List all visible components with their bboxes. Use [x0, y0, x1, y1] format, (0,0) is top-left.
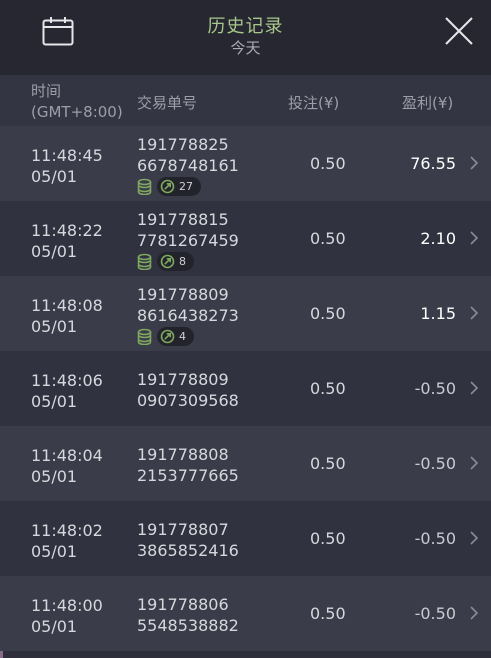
- free-spin-count: 8: [179, 255, 186, 268]
- row-time: 11:48:08 05/01: [31, 295, 103, 337]
- row-order-line1: 191778808: [137, 445, 229, 464]
- row-date-value: 05/01: [31, 617, 78, 636]
- row-order-line1: 191778807: [137, 520, 229, 539]
- history-row[interactable]: 11:48:06 05/01 191778809 0907309568 0.50 -0.5…: [0, 351, 491, 426]
- row-order: 191778807 3865852416: [137, 519, 239, 561]
- row-order-line2: 8616438273: [137, 306, 239, 325]
- chevron-right-icon[interactable]: [468, 605, 480, 621]
- row-time: 11:48:22 05/01: [31, 220, 103, 262]
- row-date-value: 05/01: [31, 392, 78, 411]
- free-spin-badge: 27: [157, 177, 201, 196]
- row-order-line1: 191778815: [137, 210, 229, 229]
- history-row[interactable]: 11:48:22 05/01 191778815 7781267459 8 0.50 2.1…: [0, 201, 491, 276]
- row-time-value: 11:48:02: [31, 521, 103, 540]
- close-icon[interactable]: [444, 16, 474, 46]
- history-row[interactable]: 11:48:00 05/01 191778806 5548538882 0.50 -0.5…: [0, 576, 491, 651]
- history-panel: 历史记录 今天 时间 (GMT+8:00) 交易单号 投注(¥) 盈利(¥) 1…: [0, 0, 491, 658]
- row-order-line2: 6678748161: [137, 156, 239, 175]
- row-time-value: 11:48:06: [31, 371, 103, 390]
- chevron-right-icon[interactable]: [468, 455, 480, 471]
- row-time-value: 11:48:08: [31, 296, 103, 315]
- history-row[interactable]: 11:48:02 05/01 191778807 3865852416 0.50 -0.5…: [0, 501, 491, 576]
- row-time-value: 11:48:22: [31, 221, 103, 240]
- history-row[interactable]: 11:48:08 05/01 191778809 8616438273 4 0.50 1.1…: [0, 276, 491, 351]
- row-order-line1: 191778809: [137, 285, 229, 304]
- header: 历史记录 今天: [0, 0, 491, 75]
- history-row[interactable]: 11:48:04 05/01 191778808 2153777665 0.50 -0.5…: [0, 426, 491, 501]
- column-profit: 盈利(¥): [402, 94, 454, 112]
- row-bet: 0.50: [310, 379, 346, 398]
- row-badges: 8: [136, 252, 194, 271]
- row-profit: 76.55: [410, 154, 456, 173]
- row-time: 11:48:06 05/01: [31, 370, 103, 412]
- row-time: 11:48:45 05/01: [31, 145, 103, 187]
- chevron-right-icon[interactable]: [468, 380, 480, 396]
- row-profit: -0.50: [414, 529, 456, 548]
- free-spin-badge: 4: [157, 327, 194, 346]
- row-order-line1: 191778809: [137, 370, 229, 389]
- row-order: 191778825 6678748161: [137, 134, 239, 176]
- row-date-value: 05/01: [31, 542, 78, 561]
- row-bet: 0.50: [310, 529, 346, 548]
- row-time: 11:48:04 05/01: [31, 445, 103, 487]
- coins-icon: [137, 253, 152, 270]
- column-time: 时间 (GMT+8:00): [31, 81, 131, 123]
- coins-icon: [137, 328, 152, 345]
- row-profit: -0.50: [414, 454, 456, 473]
- row-order: 191778815 7781267459: [137, 209, 239, 251]
- row-order: 191778806 5548538882: [137, 594, 239, 636]
- row-profit: 2.10: [420, 229, 456, 248]
- column-time-zone: (GMT+8:00): [31, 103, 123, 121]
- row-order-line2: 5548538882: [137, 616, 239, 635]
- row-order: 191778809 0907309568: [137, 369, 239, 411]
- column-order: 交易单号: [137, 94, 198, 112]
- chevron-right-icon[interactable]: [468, 305, 480, 321]
- row-date-value: 05/01: [31, 317, 78, 336]
- row-date-value: 05/01: [31, 242, 78, 261]
- row-order-line2: 3865852416: [137, 541, 239, 560]
- row-time: 11:48:00 05/01: [31, 595, 103, 637]
- row-profit: -0.50: [414, 379, 456, 398]
- row-badges: 27: [136, 177, 201, 196]
- date-filter-label: 今天: [230, 39, 261, 57]
- row-bet: 0.50: [310, 304, 346, 323]
- page-title: 历史记录: [207, 16, 284, 37]
- free-spin-count: 4: [179, 330, 186, 343]
- chevron-right-icon[interactable]: [468, 530, 480, 546]
- chevron-right-icon[interactable]: [468, 155, 480, 171]
- row-order: 191778809 8616438273: [137, 284, 239, 326]
- arrow-circle-icon: [160, 179, 175, 194]
- row-time-value: 11:48:04: [31, 446, 103, 465]
- row-badges: 4: [136, 327, 194, 346]
- row-date-value: 05/01: [31, 467, 78, 486]
- coins-icon: [137, 178, 152, 195]
- row-date-value: 05/01: [31, 167, 78, 186]
- row-order-line2: 7781267459: [137, 231, 239, 250]
- free-spin-badge: 8: [157, 252, 194, 271]
- row-time: 11:48:02 05/01: [31, 520, 103, 562]
- row-bet: 0.50: [310, 154, 346, 173]
- free-spin-count: 27: [179, 180, 193, 193]
- row-order: 191778808 2153777665: [137, 444, 239, 486]
- chevron-right-icon[interactable]: [468, 230, 480, 246]
- row-profit: -0.50: [414, 604, 456, 623]
- history-list: 11:48:45 05/01 191778825 6678748161 27 0.50 76…: [0, 126, 491, 651]
- column-bet: 投注(¥): [288, 94, 340, 112]
- history-row[interactable]: 11:48:45 05/01 191778825 6678748161 27 0.50 76…: [0, 126, 491, 201]
- row-bet: 0.50: [310, 604, 346, 623]
- row-time-value: 11:48:45: [31, 146, 103, 165]
- row-profit: 1.15: [420, 304, 456, 323]
- row-order-line1: 191778806: [137, 595, 229, 614]
- row-order-line2: 2153777665: [137, 466, 239, 485]
- column-header: 时间 (GMT+8:00) 交易单号 投注(¥) 盈利(¥): [0, 75, 491, 126]
- row-order-line2: 0907309568: [137, 391, 239, 410]
- row-bet: 0.50: [310, 454, 346, 473]
- arrow-circle-icon: [160, 329, 175, 344]
- row-order-line1: 191778825: [137, 135, 229, 154]
- row-bet: 0.50: [310, 229, 346, 248]
- row-time-value: 11:48:00: [31, 596, 103, 615]
- column-time-label: 时间: [31, 82, 62, 100]
- arrow-circle-icon: [160, 254, 175, 269]
